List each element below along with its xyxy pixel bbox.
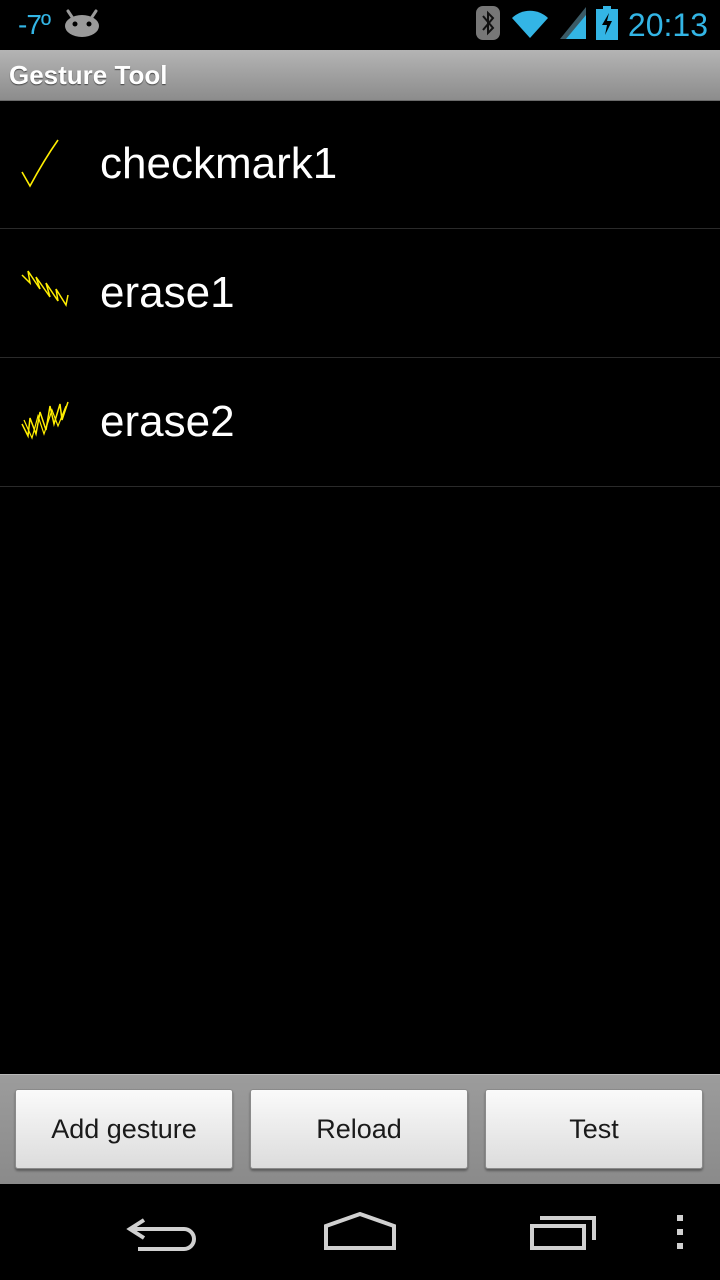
recent-apps-icon[interactable] — [522, 1202, 602, 1262]
title-bar: Gesture Tool — [0, 50, 720, 101]
battery-charging-icon — [595, 5, 618, 45]
checkmark-gesture-icon — [18, 136, 74, 192]
clock: 20:13 — [627, 6, 708, 43]
gesture-name: erase2 — [100, 397, 235, 446]
list-item[interactable]: checkmark1 — [0, 100, 720, 229]
status-left: -7º — [18, 0, 100, 50]
bluetooth-icon — [475, 5, 500, 45]
screen: -7º 20:13 Gesture Tool checkmark1 erase1… — [0, 0, 720, 1280]
test-button[interactable]: Test — [485, 1089, 703, 1169]
gesture-list: checkmark1 erase1 erase2 — [0, 100, 720, 487]
status-bar: -7º 20:13 — [0, 0, 720, 50]
gesture-name: checkmark1 — [100, 139, 338, 188]
signal-icon — [559, 6, 586, 44]
nav-bar — [0, 1184, 720, 1280]
erase-gesture-icon — [18, 265, 74, 321]
temperature-readout: -7º — [18, 9, 51, 40]
status-right: 20:13 — [475, 0, 708, 50]
android-icon — [64, 9, 100, 42]
add-gesture-button[interactable]: Add gesture — [15, 1089, 233, 1169]
erase-gesture-icon — [18, 394, 74, 450]
list-item[interactable]: erase1 — [0, 229, 720, 358]
app-title: Gesture Tool — [9, 60, 168, 90]
list-item[interactable]: erase2 — [0, 358, 720, 487]
reload-button[interactable]: Reload — [250, 1089, 468, 1169]
wifi-icon — [510, 7, 550, 44]
overflow-menu-icon[interactable] — [668, 1202, 692, 1262]
back-icon[interactable] — [120, 1202, 200, 1262]
gesture-name: erase1 — [100, 268, 235, 317]
home-icon[interactable] — [318, 1202, 402, 1262]
button-bar: Add gesture Reload Test — [0, 1074, 720, 1185]
